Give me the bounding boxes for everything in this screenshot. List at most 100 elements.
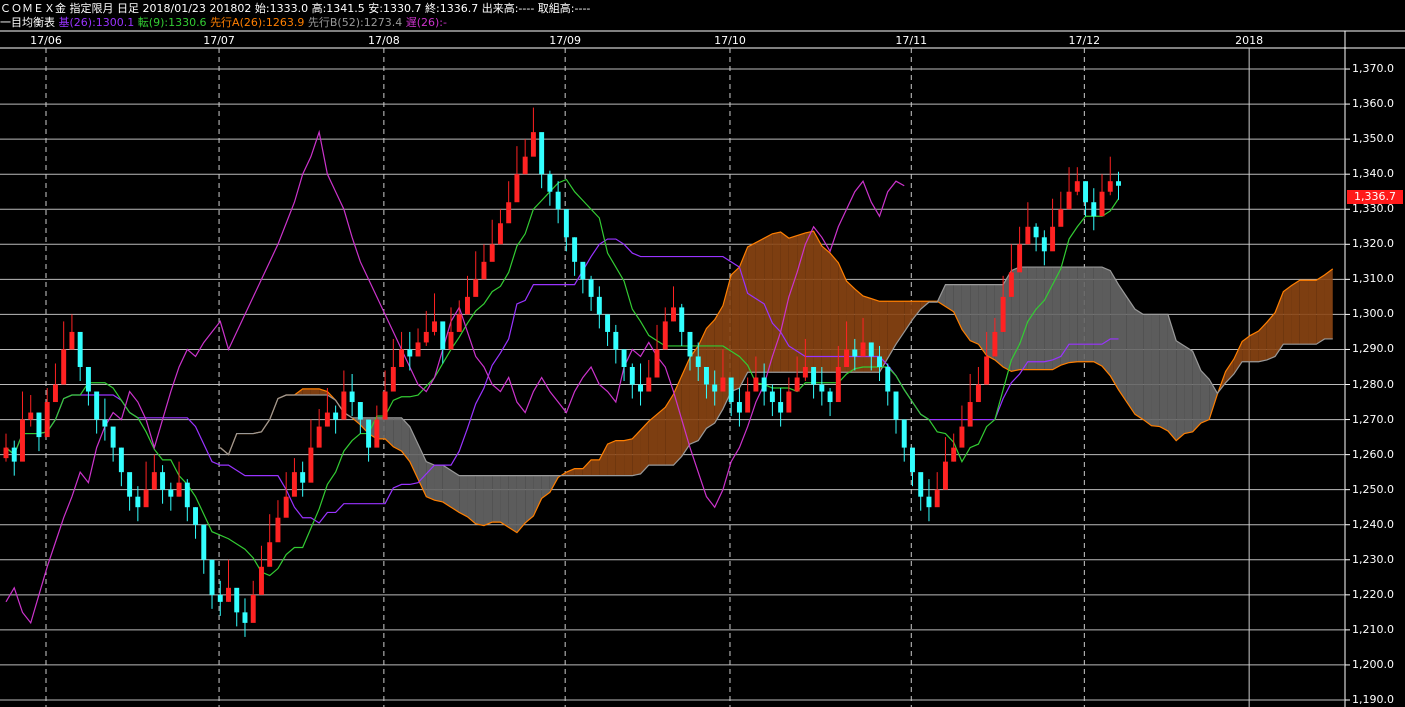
x-tick-label: 17/06 [30, 34, 62, 47]
y-tick-label: 1,280.0 [1352, 377, 1394, 391]
cloud-bear-segment [1085, 267, 1094, 362]
candle-body [61, 349, 67, 385]
candle-body [242, 612, 248, 623]
candle-body [1116, 181, 1121, 186]
cloud-bear-segment [467, 475, 476, 524]
cloud-bull-segment [302, 388, 311, 396]
candle-body [465, 296, 470, 315]
candle-body [745, 391, 751, 413]
cloud-bull-segment [714, 305, 723, 424]
cloud-bear-segment [451, 470, 460, 513]
cloud-bull-segment [764, 233, 773, 373]
candle-body [605, 314, 611, 332]
candle-body [374, 419, 380, 448]
candle-body [1041, 237, 1047, 252]
cloud-bear-segment [970, 284, 979, 345]
candle-body [160, 472, 166, 490]
candle-body [844, 349, 850, 367]
candle-body [267, 542, 273, 567]
candle-body [819, 384, 825, 392]
cloud-bull-segment [854, 288, 864, 373]
cloud-bear-segment [1036, 267, 1045, 370]
cloud-bull-segment [821, 246, 831, 373]
cloud-bull-segment [615, 440, 625, 476]
y-tick-label: 1,370.0 [1352, 62, 1394, 76]
cloud-bear-segment [961, 284, 971, 341]
cloud-bull-segment [1308, 280, 1317, 345]
candle-body [547, 174, 553, 192]
lagging-span-line [5, 129, 905, 625]
candle-body [679, 307, 685, 332]
cloud-bear-segment [442, 465, 451, 508]
candle-body [687, 331, 693, 357]
cloud-bear-segment [533, 475, 542, 516]
cloud-bull-segment [805, 231, 814, 373]
candle-body [563, 209, 569, 238]
cloud-bear-segment [1102, 267, 1111, 376]
candle-body [1033, 226, 1039, 238]
y-tick-label: 1,340.0 [1352, 167, 1394, 181]
candle-body [530, 132, 536, 157]
candle-body [712, 384, 718, 392]
candle-body [151, 472, 157, 490]
candle-body [456, 314, 462, 332]
candle-body [448, 331, 454, 350]
cloud-bear-segment [459, 475, 468, 517]
candle-body [143, 489, 149, 508]
cloud-bull-segment [599, 444, 608, 476]
candle-body [522, 156, 528, 175]
candle-body [646, 377, 652, 392]
y-tick-label: 1,310.0 [1352, 272, 1394, 286]
cloud-bear-segment [1126, 296, 1135, 415]
candle-body [473, 279, 479, 297]
candle-body [596, 296, 602, 315]
cloud-bull-segment [624, 438, 633, 476]
last-price-tag: 1,336.7 [1347, 190, 1403, 204]
candle-body [440, 321, 446, 350]
candle-body [514, 174, 520, 203]
candle-body [184, 482, 190, 508]
cloud-bear-segment [525, 475, 534, 523]
candle-body [769, 391, 775, 403]
y-tick-label: 1,250.0 [1352, 482, 1394, 496]
candle-body [423, 331, 429, 343]
cloud-bear-segment [1093, 267, 1103, 367]
candle-body [1017, 244, 1023, 273]
candle-body [901, 419, 907, 448]
candle-body [390, 366, 396, 392]
candle-body [258, 566, 264, 595]
candle-body [671, 307, 676, 322]
cloud-bear-segment [434, 465, 443, 502]
cloud-bear-segment [1192, 351, 1201, 432]
cloud-bear-segment [1184, 345, 1193, 434]
cloud-bear-segment [1118, 284, 1127, 403]
candle-body [786, 391, 792, 413]
y-tick-label: 1,210.0 [1352, 622, 1394, 636]
base-line [5, 238, 1119, 524]
candle-body [613, 331, 619, 350]
candle-body [802, 366, 808, 378]
candle-body [349, 391, 355, 403]
candle-body [481, 261, 487, 280]
candle-body [399, 349, 405, 367]
candle-body [638, 384, 644, 392]
cloud-bear-segment [426, 461, 435, 501]
candle-body [621, 349, 627, 367]
candle-body [382, 391, 388, 420]
cloud-bear-segment [1069, 267, 1078, 363]
candle-body [827, 391, 833, 403]
candle-body [1074, 181, 1080, 192]
y-tick-label: 1,270.0 [1352, 412, 1394, 426]
cloud-bear-segment [1044, 267, 1053, 370]
candle-body [984, 356, 990, 385]
candle-body [885, 366, 891, 392]
candle-body [852, 349, 858, 357]
candle-body [662, 321, 668, 350]
candle-body [52, 384, 58, 403]
candle-body [11, 447, 17, 462]
candle-body [629, 366, 635, 385]
ichimoku-chart[interactable] [0, 0, 1405, 707]
cloud-bear-segment [1143, 314, 1152, 426]
y-tick-label: 1,350.0 [1352, 132, 1394, 146]
x-axis-bar: 17/06 17/07 17/08 17/09 17/10 17/11 17/12 2018 [0, 31, 1405, 48]
